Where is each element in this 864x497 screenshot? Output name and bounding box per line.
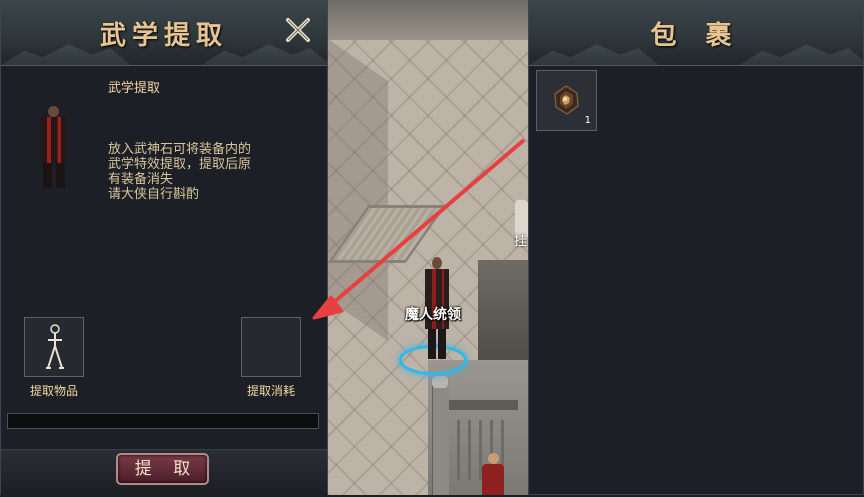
close-icon xyxy=(286,18,310,42)
description-line: 请大侠自行斟酌 xyxy=(108,187,200,202)
monk-body xyxy=(482,464,504,495)
monk-head xyxy=(488,453,499,464)
game-world-view[interactable]: 挂 xyxy=(328,0,528,495)
world-pillar-cap xyxy=(432,376,448,388)
world-shadow-area xyxy=(328,0,528,40)
bag-slot-1[interactable]: 1 xyxy=(536,70,597,131)
portrait-body xyxy=(40,117,67,163)
world-monk-character[interactable] xyxy=(480,453,506,495)
wushen-stone-icon xyxy=(554,85,579,115)
equipment-item-icon xyxy=(46,324,64,369)
world-pillar xyxy=(432,378,449,495)
extract-button[interactable]: 提 取 xyxy=(116,453,209,485)
extract-panel-title: 武学提取 xyxy=(99,21,228,51)
description-line: 武学特效提取，提取后原 xyxy=(108,157,252,172)
extract-panel: 武学提取 武学提取 放入武神石可将装备内的 武学特效提取，提取后原 有装备消失 … xyxy=(0,0,328,497)
world-cliff xyxy=(478,260,528,370)
portrait-head xyxy=(48,106,59,117)
extract-item-label: 提取物品 xyxy=(29,384,78,398)
world-path xyxy=(328,38,388,342)
extract-cost-label: 提取消耗 xyxy=(246,384,295,398)
extract-panel-titlebar: 武学提取 xyxy=(1,1,327,66)
world-side-character-label: 挂 xyxy=(514,234,528,249)
extract-item-slot[interactable] xyxy=(24,317,84,377)
description-text: 放入武神石可将装备内的 武学特效提取，提取后原 有装备消失 请大侠自行斟酌 xyxy=(108,142,288,202)
description-line: 放入武神石可将装备内的 xyxy=(108,142,252,157)
bag-item-count: 1 xyxy=(584,115,591,126)
portrait-legs xyxy=(43,163,65,188)
description-line: 有装备消失 xyxy=(108,172,174,187)
extract-progress-bar xyxy=(7,413,319,429)
description-title: 武学提取 xyxy=(108,81,161,96)
bag-panel-title: 包 裹 xyxy=(650,21,742,51)
bag-panel-titlebar: 包 裹 xyxy=(529,1,863,66)
character-portrait xyxy=(34,106,74,192)
extract-cost-slot[interactable] xyxy=(241,317,301,377)
npc-head xyxy=(432,257,442,269)
npc-name-label: 魔人统领 xyxy=(405,307,461,323)
npc-legs xyxy=(428,329,446,359)
close-button[interactable] xyxy=(283,15,313,45)
